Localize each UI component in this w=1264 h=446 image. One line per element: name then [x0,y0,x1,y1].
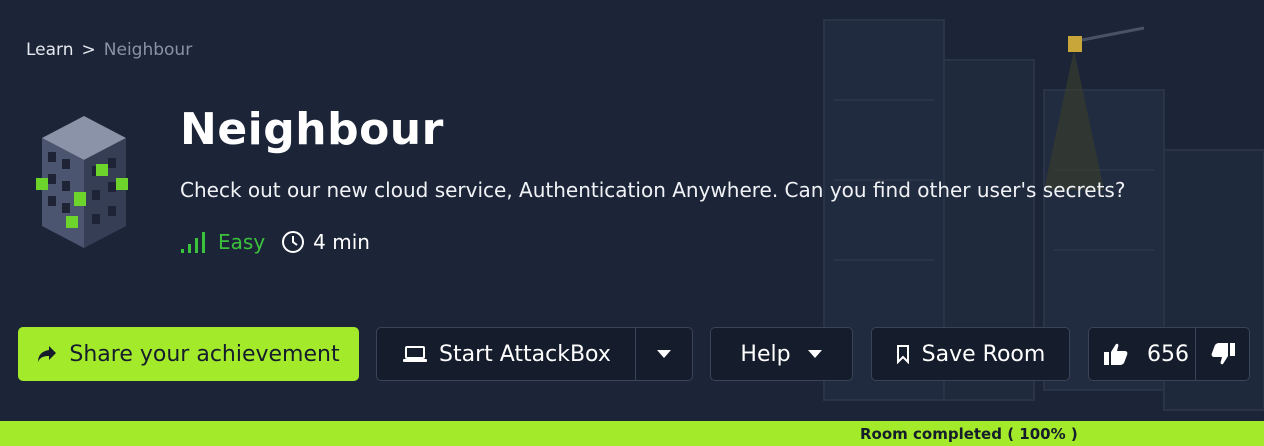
share-achievement-label: Share your achievement [69,341,340,367]
save-room-label: Save Room [921,341,1046,367]
thumbs-down-icon [1211,343,1235,365]
duration: 4 min [281,230,370,254]
thumbs-up-icon [1104,343,1128,365]
share-achievement-button[interactable]: Share your achievement [18,327,359,381]
help-dropdown-button[interactable]: Help [710,327,853,381]
breadcrumb-current: Neighbour [103,40,193,60]
chevron-down-icon [807,350,822,358]
signal-bars-icon [181,232,205,253]
room-progress-bar: Room completed ( 100% ) [0,421,1264,446]
laptop-icon [403,346,427,362]
upvote-button[interactable]: 656 [1089,328,1195,380]
downvote-button[interactable] [1196,328,1249,380]
difficulty-badge: Easy [180,230,265,254]
vote-group: 656 [1088,327,1250,381]
room-description: Check out our new cloud service, Authent… [180,178,1126,202]
building-icon [36,116,128,248]
start-attackbox-label: Start AttackBox [439,341,611,367]
share-arrow-icon [38,346,57,362]
bookmark-icon [896,345,909,364]
breadcrumb-separator: > [81,40,96,60]
save-room-button[interactable]: Save Room [871,327,1070,381]
upvote-count: 656 [1147,341,1189,367]
attackbox-dropdown-toggle[interactable] [636,328,692,380]
start-attackbox-button[interactable]: Start AttackBox [377,328,635,380]
chevron-down-icon [657,350,671,358]
breadcrumb: Learn > Neighbour [26,40,192,60]
room-meta: Easy 4 min [180,230,370,254]
duration-label: 4 min [313,230,370,254]
attackbox-split-button: Start AttackBox [376,327,693,381]
help-label: Help [740,341,791,367]
difficulty-label: Easy [218,230,266,254]
progress-label: Room completed ( 100% ) [860,425,1078,443]
room-title: Neighbour [180,104,444,155]
clock-icon [282,231,305,253]
breadcrumb-learn-link[interactable]: Learn [26,40,74,60]
